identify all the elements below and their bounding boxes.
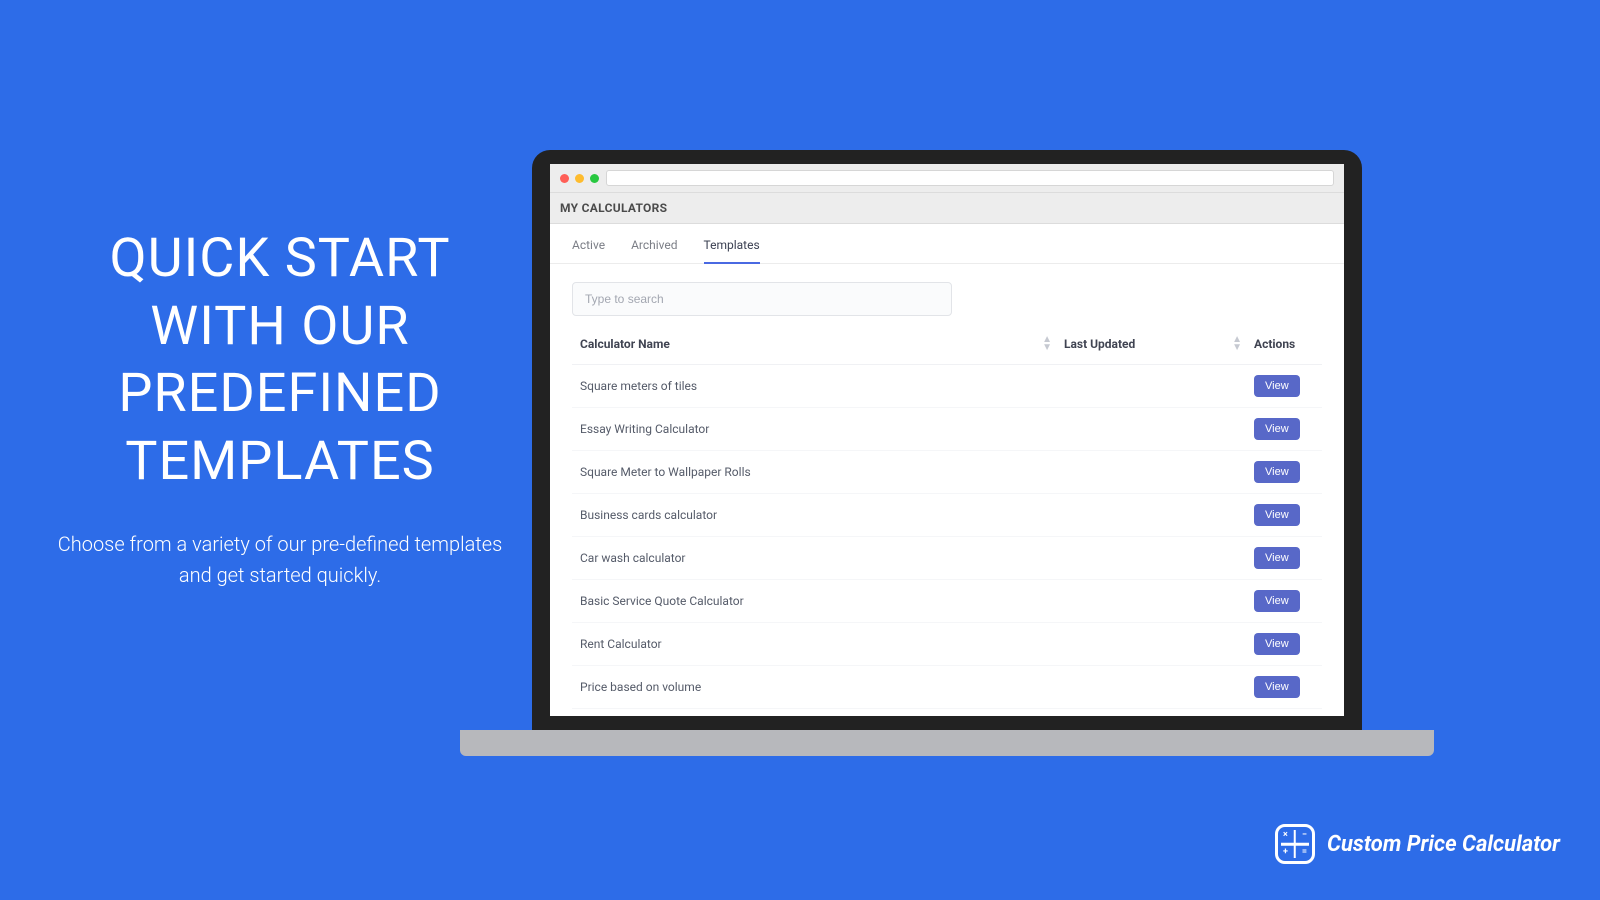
view-button[interactable]: View xyxy=(1254,418,1300,440)
table-row: Square Meter to Wallpaper Rolls View xyxy=(572,451,1322,494)
view-button[interactable]: View xyxy=(1254,590,1300,612)
tab-archived[interactable]: Archived xyxy=(631,238,677,263)
laptop-mockup: MY CALCULATORS Active Archived Templates… xyxy=(532,150,1362,756)
view-button[interactable]: View xyxy=(1254,547,1300,569)
table-row: Car wash calculator View xyxy=(572,537,1322,580)
row-name: Price based on volume xyxy=(580,680,701,694)
table-row: Essay Writing Calculator View xyxy=(572,408,1322,451)
brand-name: Custom Price Calculator xyxy=(1327,832,1560,857)
tab-active[interactable]: Active xyxy=(572,238,605,263)
table-row: Square meters of tiles View xyxy=(572,365,1322,408)
main-panel: Active Archived Templates Calculator Nam… xyxy=(550,224,1344,716)
row-name: Square Meter to Wallpaper Rolls xyxy=(580,465,751,479)
view-button[interactable]: View xyxy=(1254,504,1300,526)
table-row: Rent Calculator View xyxy=(572,623,1322,666)
sort-icon[interactable]: ▲▼ xyxy=(1232,336,1242,352)
sort-icon[interactable]: ▲▼ xyxy=(1042,336,1052,352)
col-updated-label: Last Updated xyxy=(1064,337,1135,351)
table-row: Price based on volume View xyxy=(572,666,1322,709)
hero-title: QUICK START WITH OUR PREDEFINED TEMPLATE… xyxy=(50,225,510,495)
app-screen: MY CALCULATORS Active Archived Templates… xyxy=(550,164,1344,716)
search-wrap xyxy=(550,264,1344,324)
row-name: Basic Service Quote Calculator xyxy=(580,594,744,608)
search-input[interactable] xyxy=(572,282,952,316)
maximize-icon[interactable] xyxy=(590,174,599,183)
tab-templates[interactable]: Templates xyxy=(704,238,760,264)
row-name: Car wash calculator xyxy=(580,551,686,565)
view-button[interactable]: View xyxy=(1254,676,1300,698)
tab-bar: Active Archived Templates xyxy=(550,224,1344,264)
brand-logo: ×− += Custom Price Calculator xyxy=(1275,824,1560,864)
close-icon[interactable] xyxy=(560,174,569,183)
calculator-icon: ×− += xyxy=(1275,824,1315,864)
browser-chrome xyxy=(550,164,1344,192)
minimize-icon[interactable] xyxy=(575,174,584,183)
url-bar[interactable] xyxy=(606,170,1334,186)
col-name-label: Calculator Name xyxy=(580,337,670,351)
hero-copy: QUICK START WITH OUR PREDEFINED TEMPLATE… xyxy=(50,225,510,591)
laptop-base xyxy=(460,730,1434,756)
templates-table: Calculator Name ▲▼ Last Updated ▲▼ Actio… xyxy=(550,324,1344,709)
table-row: Business cards calculator View xyxy=(572,494,1322,537)
view-button[interactable]: View xyxy=(1254,461,1300,483)
section-title: MY CALCULATORS xyxy=(550,192,1344,224)
window-controls xyxy=(560,174,599,183)
row-name: Business cards calculator xyxy=(580,508,717,522)
view-button[interactable]: View xyxy=(1254,633,1300,655)
table-row: Basic Service Quote Calculator View xyxy=(572,580,1322,623)
col-actions-label: Actions xyxy=(1254,337,1295,351)
laptop-bezel: MY CALCULATORS Active Archived Templates… xyxy=(532,150,1362,730)
hero-subtitle: Choose from a variety of our pre-defined… xyxy=(50,529,510,591)
row-name: Rent Calculator xyxy=(580,637,662,651)
row-name: Square meters of tiles xyxy=(580,379,697,393)
view-button[interactable]: View xyxy=(1254,375,1300,397)
table-header: Calculator Name ▲▼ Last Updated ▲▼ Actio… xyxy=(572,324,1322,365)
row-name: Essay Writing Calculator xyxy=(580,422,709,436)
